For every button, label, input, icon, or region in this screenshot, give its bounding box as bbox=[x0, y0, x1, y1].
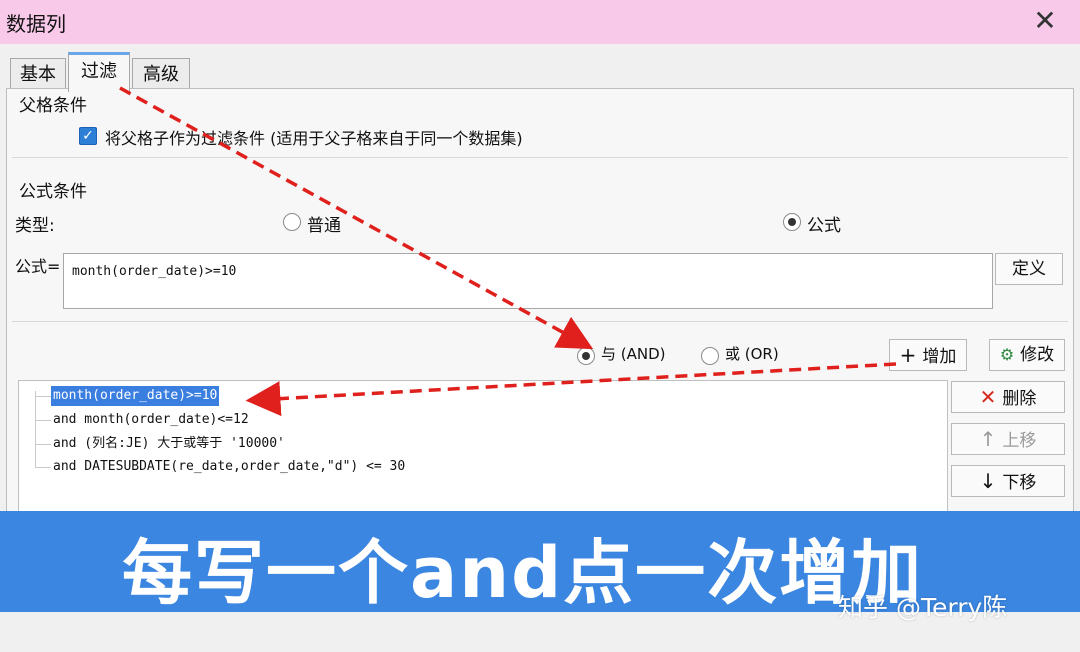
delete-button[interactable]: ✕ 删除 bbox=[951, 381, 1065, 413]
condition-item[interactable]: and DATESUBDATE(re_date,order_date,"d") … bbox=[51, 457, 407, 477]
divider bbox=[12, 321, 1068, 322]
move-down-button[interactable]: ↓ 下移 bbox=[951, 465, 1065, 497]
move-up-button[interactable]: ↑ 上移 bbox=[951, 423, 1065, 455]
caption-text: 每写一个and点一次增加 bbox=[122, 532, 924, 614]
delete-x-icon: ✕ bbox=[979, 385, 997, 409]
type-normal-label: 普通 bbox=[307, 216, 341, 236]
add-button[interactable]: + 增加 bbox=[889, 339, 967, 371]
condition-item[interactable]: month(order_date)>=10 bbox=[51, 386, 220, 406]
window-title: 数据列 bbox=[6, 12, 66, 36]
or-radio[interactable] bbox=[701, 347, 719, 365]
tab-basic[interactable]: 基本 bbox=[10, 58, 66, 92]
tree-branch bbox=[35, 467, 51, 468]
formula-condition-group-label: 公式条件 bbox=[19, 182, 87, 202]
condition-list[interactable]: month(order_date)>=10 and month(order_da… bbox=[18, 380, 948, 530]
tree-line bbox=[35, 391, 36, 467]
type-normal-radio[interactable] bbox=[283, 213, 301, 231]
parent-condition-group-label: 父格条件 bbox=[19, 96, 87, 116]
type-formula-label: 公式 bbox=[807, 216, 841, 236]
move-down-button-label: 下移 bbox=[1002, 473, 1037, 493]
parent-filter-checkbox-label: 将父格子作为过滤条件 (适用于父子格来自于同一个数据集) bbox=[105, 129, 523, 148]
arrow-down-icon: ↓ bbox=[979, 469, 997, 493]
and-radio[interactable] bbox=[577, 347, 595, 365]
close-icon[interactable]: ✕ bbox=[1028, 4, 1062, 38]
tree-branch bbox=[35, 420, 51, 421]
edit-icon: ⚙ bbox=[999, 345, 1015, 364]
arrow-up-icon: ↑ bbox=[979, 427, 997, 451]
title-bar: 数据列 ✕ bbox=[0, 0, 1080, 44]
tab-advanced[interactable]: 高级 bbox=[132, 58, 190, 92]
condition-item[interactable]: and month(order_date)<=12 bbox=[51, 410, 251, 430]
modify-button[interactable]: ⚙ 修改 bbox=[989, 339, 1065, 371]
and-label: 与 (AND) bbox=[601, 345, 666, 363]
type-formula-radio[interactable] bbox=[783, 213, 801, 231]
tree-branch bbox=[35, 444, 51, 445]
parent-filter-checkbox[interactable]: ✓ bbox=[79, 127, 97, 145]
move-up-button-label: 上移 bbox=[1002, 431, 1037, 451]
or-label: 或 (OR) bbox=[725, 345, 779, 363]
add-button-label: 增加 bbox=[922, 347, 957, 367]
modify-button-label: 修改 bbox=[1020, 345, 1055, 365]
tree-branch bbox=[35, 396, 51, 397]
formula-input[interactable]: month(order_date)>=10 bbox=[63, 253, 993, 309]
condition-item[interactable]: and (列名:JE) 大于或等于 '10000' bbox=[51, 434, 287, 454]
tab-filter[interactable]: 过滤 bbox=[68, 52, 130, 92]
delete-button-label: 删除 bbox=[1002, 389, 1037, 409]
define-button[interactable]: 定义 bbox=[995, 253, 1063, 285]
divider bbox=[12, 157, 1068, 158]
plus-icon: + bbox=[899, 343, 917, 367]
type-label: 类型: bbox=[15, 216, 55, 236]
formula-label: 公式= bbox=[15, 257, 61, 276]
watermark: 知乎 @Terry陈 bbox=[838, 593, 1008, 622]
